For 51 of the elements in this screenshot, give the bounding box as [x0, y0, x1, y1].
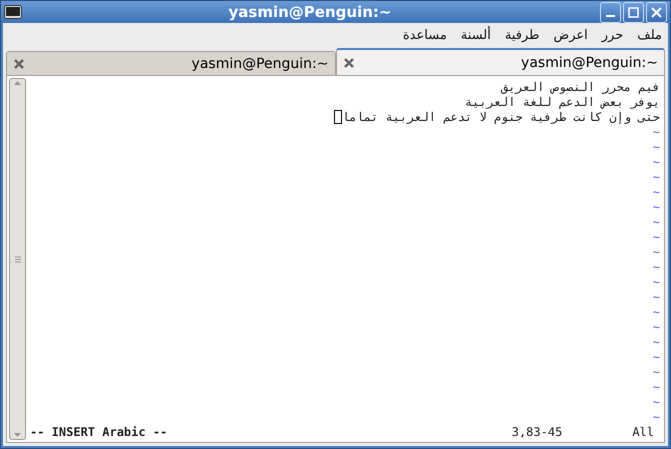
empty-line-marker: ~: [652, 305, 660, 319]
minimize-button[interactable]: [600, 2, 621, 22]
scrollbar[interactable]: [9, 78, 26, 440]
maximize-button[interactable]: [623, 2, 644, 22]
cursor-position: 3,83-45: [512, 425, 562, 440]
empty-line-marker: ~: [652, 395, 660, 409]
empty-line-marker: ~: [652, 380, 660, 394]
empty-line-marker: ~: [652, 350, 660, 364]
menu-item[interactable]: ألسنة: [460, 28, 491, 42]
empty-line-marker: ~: [652, 320, 660, 334]
close-button[interactable]: [646, 2, 667, 22]
maximize-icon: [628, 6, 639, 18]
menu-item[interactable]: مساعدة: [402, 28, 447, 42]
mode-indicator: -- INSERT Arabic --: [30, 425, 168, 439]
tab[interactable]: yasmin@Penguin:~: [336, 48, 665, 75]
close-icon: [651, 6, 662, 18]
text-line: فيم محرر النصوص العريق: [501, 80, 660, 95]
tab-label: yasmin@Penguin:~: [190, 56, 328, 72]
empty-line-marker: ~: [652, 230, 660, 244]
empty-line-marker: ~: [652, 410, 660, 424]
text-cursor: [334, 110, 342, 124]
empty-line-marker: ~: [652, 365, 660, 379]
scroll-grip-icon[interactable]: [14, 256, 22, 262]
empty-line-marker: ~: [652, 155, 660, 169]
text-line: يوفر بعض الدعم للغة العربية: [464, 95, 660, 110]
empty-line-marker: ~: [652, 200, 660, 214]
empty-line-marker: ~: [652, 275, 660, 289]
empty-line-marker: ~: [652, 125, 660, 139]
terminal-icon: [4, 5, 22, 19]
menu-item[interactable]: اعرض: [554, 28, 588, 42]
close-icon[interactable]: [342, 56, 354, 68]
empty-line-marker: ~: [652, 290, 660, 304]
empty-line-marker: ~: [652, 170, 660, 184]
close-icon[interactable]: [13, 58, 25, 70]
scroll-down-icon[interactable]: [13, 431, 22, 439]
minimize-icon: [606, 14, 615, 16]
empty-line-marker: ~: [652, 185, 660, 199]
tab[interactable]: yasmin@Penguin:~: [6, 51, 336, 75]
menu-item[interactable]: طرفية: [504, 28, 540, 42]
scroll-position: All: [632, 425, 654, 440]
window-title: yasmin@Penguin:~: [228, 3, 392, 21]
empty-line-marker: ~: [652, 245, 660, 259]
text-line: حتى وإن كانت طرفية جنوم لا تدعم العربية تماما: [342, 110, 660, 125]
menu-item[interactable]: ملف: [637, 28, 662, 42]
tab-label: yasmin@Penguin:~: [520, 54, 658, 70]
empty-line-marker: ~: [652, 140, 660, 154]
scroll-up-icon[interactable]: [13, 79, 22, 87]
menu-item[interactable]: حرر: [602, 28, 624, 42]
empty-line-marker: ~: [652, 335, 660, 349]
empty-line-marker: ~: [652, 260, 660, 274]
empty-line-marker: ~: [652, 215, 660, 229]
